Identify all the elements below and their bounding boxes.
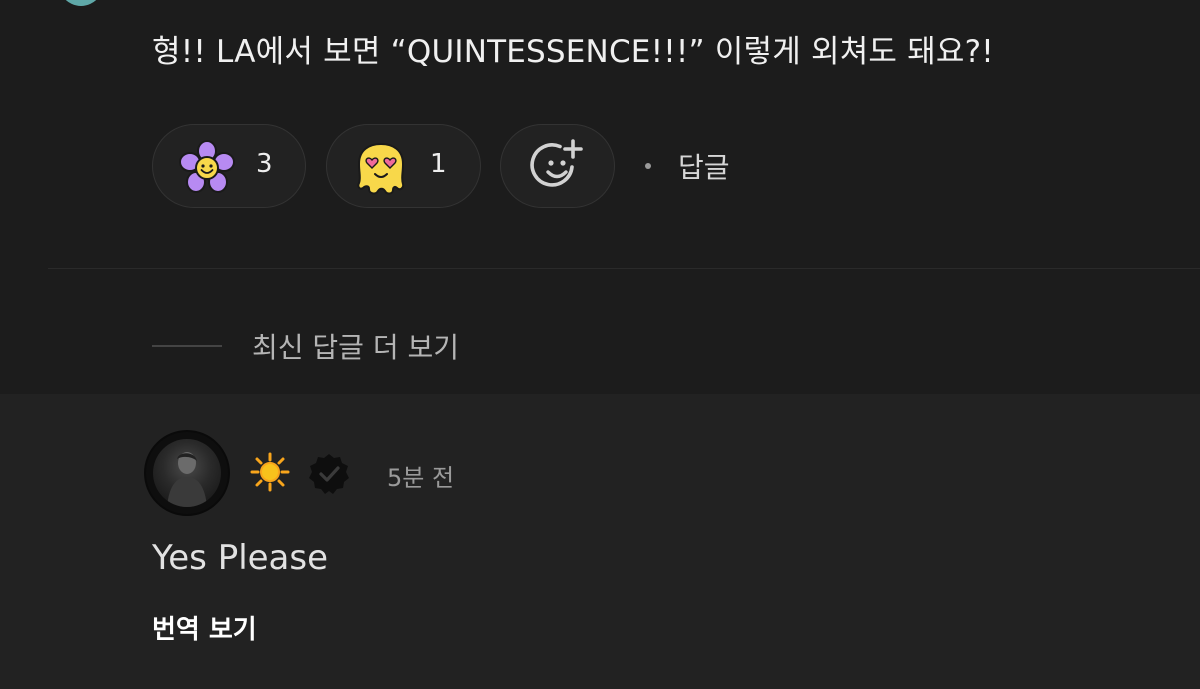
parent-comment: 형!! LA에서 보면 “QUINTESSENCE!!!” 이렇게 외쳐도 돼요…: [0, 0, 1200, 394]
translate-button[interactable]: 번역 보기: [152, 609, 257, 646]
more-replies-label: 최신 답글 더 보기: [252, 331, 460, 364]
comment-thread: 형!! LA에서 보면 “QUINTESSENCE!!!” 이렇게 외쳐도 돼요…: [0, 0, 1200, 689]
sun-icon: [250, 452, 290, 492]
reaction-bar: 3 1 답글: [152, 123, 730, 209]
reaction-heart-eyes-button[interactable]: 1: [326, 124, 481, 208]
purple-flower-smiley-icon: [179, 140, 235, 193]
add-reaction-button[interactable]: [500, 124, 615, 208]
add-reaction-smiley-icon: [529, 139, 583, 187]
heart-eyes-melting-face-icon: [357, 142, 405, 195]
reply-comment: 5분 전 Yes Please 번역 보기: [0, 394, 1200, 689]
reply-text: Yes Please: [152, 538, 329, 578]
reply-timestamp: 5분 전: [387, 464, 455, 492]
reply-button[interactable]: 답글: [678, 146, 730, 186]
comment-text: 형!! LA에서 보면 “QUINTESSENCE!!!” 이렇게 외쳐도 돼요…: [152, 34, 994, 70]
verified-badge-icon: [309, 454, 349, 494]
avatar[interactable]: [144, 430, 230, 516]
reaction-heart-eyes-count: 1: [430, 149, 447, 179]
separator-dot: [645, 163, 651, 169]
reaction-flower-count: 3: [256, 149, 273, 179]
more-replies-button[interactable]: 최신 답글 더 보기: [152, 326, 459, 366]
avatar-portrait-icon: [167, 452, 207, 507]
divider: [48, 268, 1200, 269]
reaction-flower-button[interactable]: 3: [152, 124, 306, 208]
more-replies-rule: [152, 345, 222, 347]
previous-avatar[interactable]: [56, 0, 106, 6]
